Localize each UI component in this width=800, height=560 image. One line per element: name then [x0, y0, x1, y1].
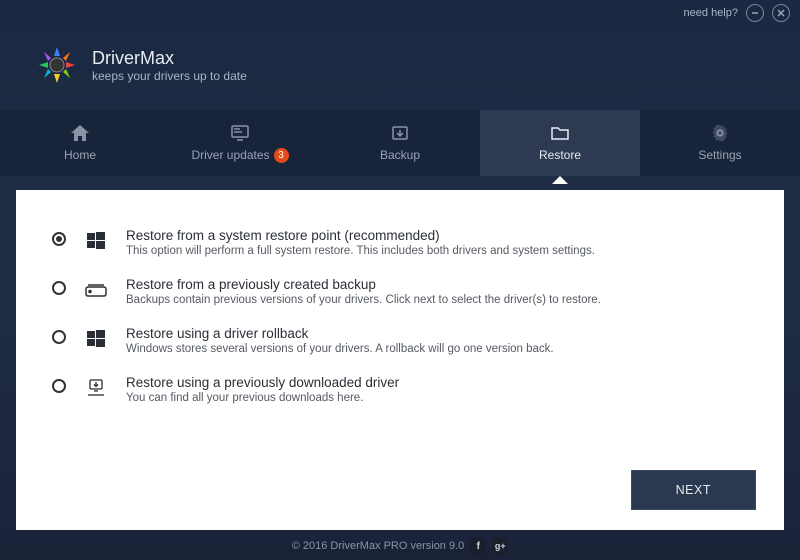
- restore-option-downloaded[interactable]: Restore using a previously downloaded dr…: [44, 365, 756, 414]
- windows-icon: [84, 230, 108, 252]
- backup-icon: [390, 124, 410, 142]
- download-icon: [84, 377, 108, 399]
- option-title: Restore from a system restore point (rec…: [126, 228, 595, 243]
- close-button[interactable]: [772, 4, 790, 22]
- option-title: Restore using a previously downloaded dr…: [126, 375, 399, 390]
- tab-home[interactable]: Home: [0, 110, 160, 176]
- home-icon: [70, 124, 90, 142]
- tab-label: Settings: [698, 148, 741, 162]
- hdd-icon: [84, 279, 108, 301]
- radio-button[interactable]: [52, 379, 66, 393]
- tab-settings[interactable]: Settings: [640, 110, 800, 176]
- tab-backup[interactable]: Backup: [320, 110, 480, 176]
- facebook-icon[interactable]: f: [470, 538, 486, 554]
- option-description: You can find all your previous downloads…: [126, 392, 399, 404]
- option-title: Restore from a previously created backup: [126, 277, 601, 292]
- googleplus-icon[interactable]: g+: [492, 538, 508, 554]
- tab-label: Backup: [380, 148, 420, 162]
- next-button[interactable]: NEXT: [631, 470, 756, 510]
- folder-icon: [550, 124, 570, 142]
- radio-button[interactable]: [52, 281, 66, 295]
- restore-option-backup[interactable]: Restore from a previously created backup…: [44, 267, 756, 316]
- restore-option-rollback[interactable]: Restore using a driver rollback Windows …: [44, 316, 756, 365]
- option-description: This option will perform a full system r…: [126, 245, 595, 257]
- app-header: DriverMax keeps your drivers up to date: [0, 26, 800, 110]
- tab-label: Restore: [539, 148, 581, 162]
- tab-label: Home: [64, 148, 96, 162]
- windows-icon: [84, 328, 108, 350]
- app-tagline: keeps your drivers up to date: [92, 69, 247, 83]
- option-description: Windows stores several versions of your …: [126, 343, 554, 355]
- titlebar: need help?: [0, 0, 800, 26]
- app-footer: © 2016 DriverMax PRO version 9.0 f g+: [0, 532, 800, 560]
- restore-options: Restore from a system restore point (rec…: [44, 218, 756, 460]
- minimize-button[interactable]: [746, 4, 764, 22]
- monitor-icon: [230, 124, 250, 142]
- option-description: Backups contain previous versions of you…: [126, 294, 601, 306]
- tab-restore[interactable]: Restore: [480, 110, 640, 176]
- updates-badge: 3: [274, 148, 289, 163]
- copyright-text: © 2016 DriverMax PRO version 9.0: [292, 540, 465, 552]
- restore-panel: Restore from a system restore point (rec…: [16, 190, 784, 530]
- option-title: Restore using a driver rollback: [126, 326, 554, 341]
- main-tabs: Home Driver updates 3 Backup Restore Set…: [0, 110, 800, 176]
- radio-button[interactable]: [52, 232, 66, 246]
- tab-label: Driver updates: [191, 148, 269, 162]
- help-link[interactable]: need help?: [684, 7, 738, 19]
- tab-driver-updates[interactable]: Driver updates 3: [160, 110, 320, 176]
- radio-button[interactable]: [52, 330, 66, 344]
- app-title: DriverMax: [92, 48, 247, 69]
- app-logo-icon: [36, 44, 78, 86]
- restore-option-system-restore[interactable]: Restore from a system restore point (rec…: [44, 218, 756, 267]
- gear-icon: [710, 124, 730, 142]
